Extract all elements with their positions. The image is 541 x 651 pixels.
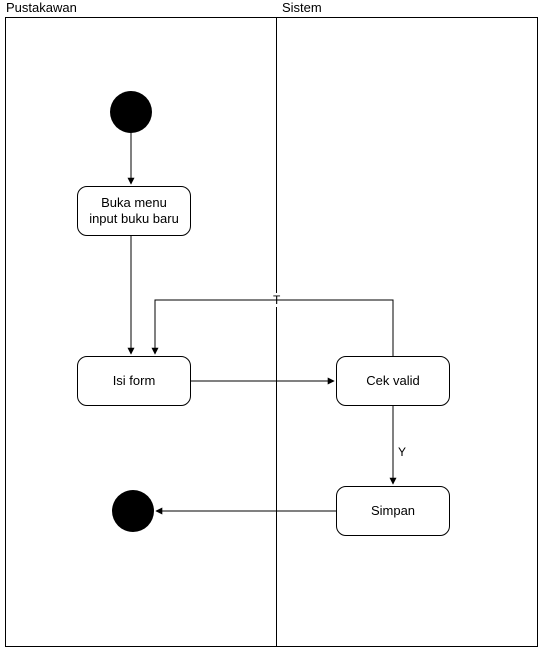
edges [0,0,541,651]
edge-cek-valid-to-isi-form [155,300,393,356]
activity-diagram: Pustakawan Sistem Buka menu input buku b… [0,0,541,651]
